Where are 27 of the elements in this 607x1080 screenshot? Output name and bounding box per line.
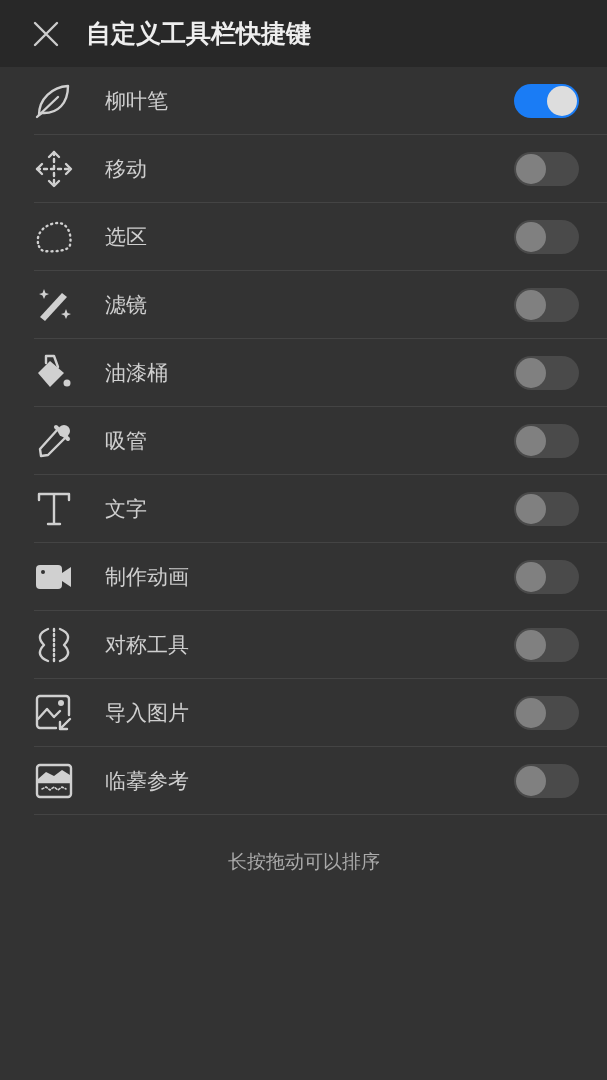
move-icon bbox=[34, 148, 74, 189]
toggle-switch[interactable] bbox=[514, 287, 579, 322]
toggle-switch[interactable] bbox=[514, 559, 579, 594]
toggle-switch[interactable] bbox=[514, 695, 579, 730]
tool-label: 文字 bbox=[105, 495, 148, 523]
close-icon bbox=[33, 20, 59, 47]
hint-text: 长按拖动可以排序 bbox=[226, 849, 381, 874]
toggle-switch[interactable] bbox=[514, 219, 579, 254]
page-title: 自定义工具栏快捷键 bbox=[86, 18, 311, 50]
image-import-icon bbox=[34, 692, 74, 733]
toggle-switch[interactable] bbox=[514, 423, 579, 458]
tool-label: 柳叶笔 bbox=[105, 87, 169, 115]
tool-label: 移动 bbox=[105, 155, 148, 183]
toggle-switch[interactable] bbox=[514, 763, 579, 798]
tool-label: 油漆桶 bbox=[105, 359, 169, 387]
toggle-switch[interactable] bbox=[514, 491, 579, 526]
tool-label: 临摹参考 bbox=[105, 767, 190, 795]
tool-label: 导入图片 bbox=[105, 699, 190, 727]
tool-label: 制作动画 bbox=[105, 563, 190, 591]
toggle-switch[interactable] bbox=[514, 355, 579, 390]
tool-label: 滤镜 bbox=[105, 291, 148, 319]
toggle-switch[interactable] bbox=[514, 151, 579, 186]
tool-label: 吸管 bbox=[105, 427, 148, 455]
toggle-switch[interactable] bbox=[514, 627, 579, 662]
toggle-switch[interactable] bbox=[514, 83, 579, 118]
tool-label: 对称工具 bbox=[105, 631, 190, 659]
tool-label: 选区 bbox=[105, 223, 148, 251]
